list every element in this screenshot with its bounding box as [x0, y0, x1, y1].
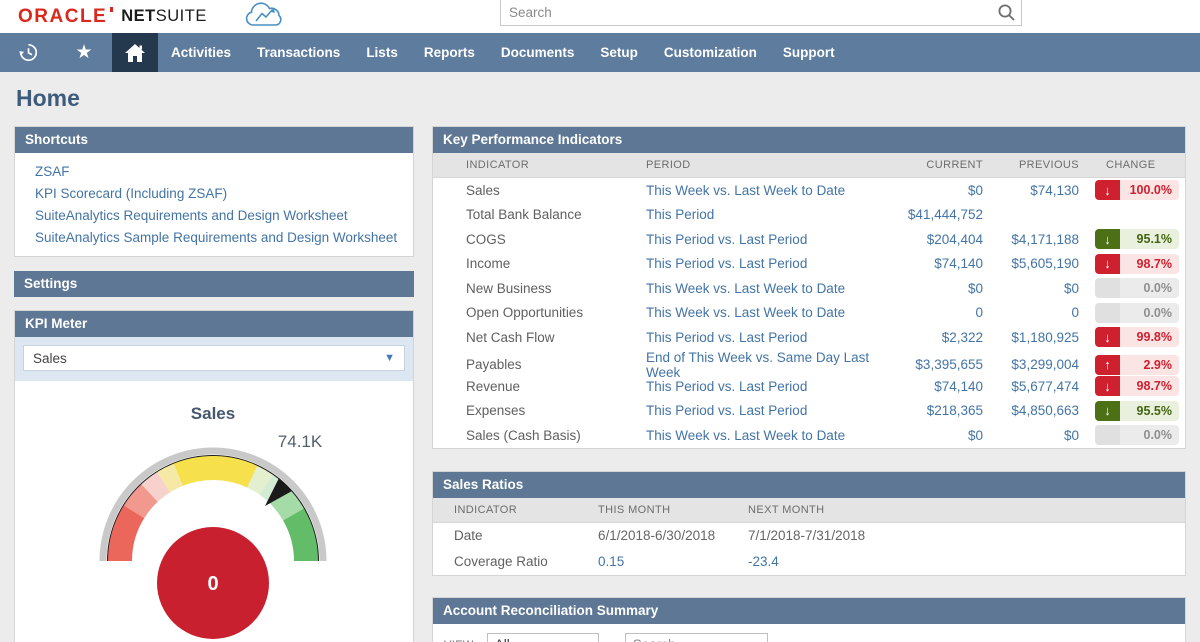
- global-search-input[interactable]: [500, 0, 1022, 26]
- kpi-row-new-business: New Business This Week vs. Last Week to …: [433, 276, 1185, 301]
- kpi-meter-portlet-header[interactable]: KPI Meter: [15, 311, 413, 337]
- nav-item-customization[interactable]: Customization: [651, 33, 770, 72]
- oracle-logo: ORACLE: [18, 6, 107, 28]
- kpi-row-net-cash-flow: Net Cash Flow This Period vs. Last Perio…: [433, 325, 1185, 350]
- kpi-gauge-chart: Sales 74.1K: [15, 381, 413, 642]
- shortcut-link-suiteanalytics-req[interactable]: SuiteAnalytics Requirements and Design W…: [15, 204, 413, 226]
- main-nav: ★ Activities Transactions Lists Reports …: [0, 33, 1200, 72]
- col-change: CHANGE: [1079, 159, 1185, 171]
- arrow-icon: [1104, 403, 1111, 418]
- kpi-meter-portlet: KPI Meter Sales ▼ Sales 74.1K: [14, 310, 414, 642]
- col-period: PERIOD: [646, 159, 893, 171]
- kpi-row-total-bank-balance: Total Bank Balance This Period $41,444,7…: [433, 203, 1185, 228]
- chevron-down-icon: ▼: [384, 352, 395, 364]
- page-title: Home: [16, 85, 1186, 112]
- kpi-row-expenses: Expenses This Period vs. Last Period $21…: [433, 399, 1185, 424]
- view-select-value: All: [495, 637, 510, 642]
- change-badge: 98.7%: [1095, 254, 1179, 274]
- global-search: [500, 0, 1022, 26]
- kpi-row-sales: Sales This Week vs. Last Week to Date $0…: [433, 178, 1185, 203]
- shortcut-link-kpi-scorecard[interactable]: KPI Scorecard (Including ZSAF): [15, 182, 413, 204]
- sales-ratios-portlet-header[interactable]: Sales Ratios: [433, 472, 1185, 498]
- sales-ratios-row-coverage: Coverage Ratio 0.15 -23.4: [433, 549, 1185, 575]
- view-select[interactable]: All ▼: [487, 633, 599, 642]
- nav-item-lists[interactable]: Lists: [353, 33, 411, 72]
- settings-portlet-header[interactable]: Settings: [14, 271, 414, 297]
- nav-item-setup[interactable]: Setup: [587, 33, 651, 72]
- account-reconciliation-portlet: Account Reconciliation Summary VIEW All …: [432, 597, 1186, 642]
- kpi-meter-select[interactable]: Sales ▼: [23, 345, 405, 371]
- kpi-portlet: Key Performance Indicators INDICATOR PER…: [432, 126, 1186, 449]
- change-badge: 95.1%: [1095, 229, 1179, 249]
- col-current: CURRENT: [893, 159, 983, 171]
- kpi-portlet-header[interactable]: Key Performance Indicators: [433, 127, 1185, 153]
- kpi-table-header: INDICATOR PERIOD CURRENT PREVIOUS CHANGE: [433, 153, 1185, 178]
- change-badge: 0.0%: [1095, 278, 1179, 298]
- kpi-row-open-opportunities: Open Opportunities This Week vs. Last We…: [433, 301, 1185, 326]
- nav-item-support[interactable]: Support: [770, 33, 848, 72]
- kpi-row-cogs: COGS This Period vs. Last Period $204,40…: [433, 227, 1185, 252]
- kpi-meter-select-value: Sales: [33, 351, 67, 366]
- search-icon[interactable]: [997, 3, 1016, 25]
- shortcuts-star-icon[interactable]: ★: [56, 33, 112, 72]
- shortcuts-portlet: Shortcuts ZSAF KPI Scorecard (Including …: [14, 126, 414, 257]
- change-badge: 100.0%: [1095, 180, 1179, 200]
- arrow-icon: [1104, 379, 1111, 394]
- home-tab-active[interactable]: [112, 33, 158, 72]
- kpi-row-income: Income This Period vs. Last Period $74,1…: [433, 252, 1185, 277]
- shortcuts-portlet-header[interactable]: Shortcuts: [15, 127, 413, 153]
- nav-item-reports[interactable]: Reports: [411, 33, 488, 72]
- change-badge: 95.5%: [1095, 401, 1179, 421]
- change-badge: 0.0%: [1095, 425, 1179, 445]
- account-reconciliation-portlet-header[interactable]: Account Reconciliation Summary: [433, 598, 1185, 624]
- netsuite-cloud-icon[interactable]: [241, 0, 287, 33]
- nav-item-documents[interactable]: Documents: [488, 33, 588, 72]
- netsuite-logo: NETSUITE: [121, 7, 207, 26]
- arrow-icon: [1104, 357, 1111, 372]
- nav-item-transactions[interactable]: Transactions: [244, 33, 353, 72]
- change-badge: 2.9%: [1095, 355, 1179, 375]
- brand: ORACLE NETSUITE: [0, 0, 287, 33]
- arrow-icon: [1104, 183, 1111, 198]
- change-badge: 99.8%: [1095, 327, 1179, 347]
- top-bar: ORACLE NETSUITE: [0, 0, 1200, 33]
- col-indicator: INDICATOR: [466, 159, 646, 171]
- arrow-icon: [1104, 232, 1111, 247]
- oracle-trademark-mark: [110, 7, 113, 12]
- sales-ratios-row-date: Date 6/1/2018-6/30/2018 7/1/2018-7/31/20…: [433, 523, 1185, 549]
- nav-item-activities[interactable]: Activities: [158, 33, 244, 72]
- kpi-row-sales-cash-basis: Sales (Cash Basis) This Week vs. Last We…: [433, 423, 1185, 448]
- change-badge: 0.0%: [1095, 303, 1179, 323]
- view-label: VIEW: [444, 639, 474, 642]
- kpi-row-payables: Payables End of This Week vs. Same Day L…: [433, 350, 1185, 375]
- reconciliation-search-input[interactable]: [625, 633, 768, 642]
- settings-portlet: Settings: [14, 271, 414, 297]
- gauge-center-value: 0: [207, 573, 218, 595]
- arrow-icon: [1104, 330, 1111, 345]
- arrow-icon: [1104, 256, 1111, 271]
- home-icon: [124, 43, 146, 63]
- change-badge: 98.7%: [1095, 376, 1179, 396]
- gauge-title: Sales: [191, 404, 235, 423]
- gauge-needle-label: 74.1K: [278, 432, 323, 451]
- col-previous: PREVIOUS: [983, 159, 1079, 171]
- sales-ratios-table-header: INDICATOR THIS MONTH NEXT MONTH: [433, 498, 1185, 523]
- sales-ratios-portlet: Sales Ratios INDICATOR THIS MONTH NEXT M…: [432, 471, 1186, 576]
- shortcut-link-zsaf[interactable]: ZSAF: [15, 160, 413, 182]
- shortcut-link-suiteanalytics-sample[interactable]: SuiteAnalytics Sample Requirements and D…: [15, 226, 413, 248]
- recent-records-icon[interactable]: [0, 33, 56, 72]
